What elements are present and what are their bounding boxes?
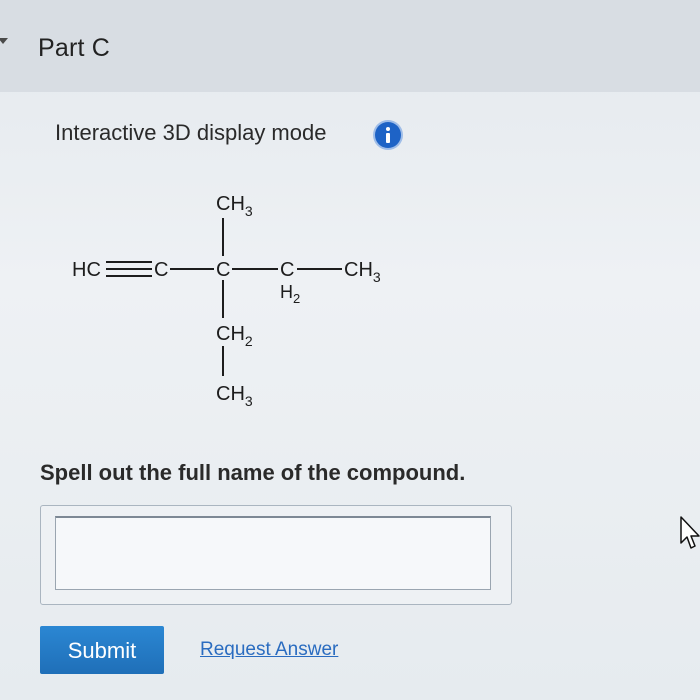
mid-ch2-subscript: 2 bbox=[245, 333, 253, 349]
mid-ch2-text: CH2 bbox=[216, 323, 253, 349]
info-icon-dot bbox=[386, 127, 390, 131]
request-answer-link[interactable]: Request Answer bbox=[200, 639, 338, 661]
c-ch2-label: C bbox=[280, 259, 294, 281]
info-icon[interactable] bbox=[375, 122, 401, 148]
collapse-caret-icon[interactable] bbox=[0, 38, 8, 44]
right-ch3-text: CH3 bbox=[344, 259, 381, 285]
top-ch3-text: CH3 bbox=[216, 193, 253, 219]
part-header[interactable]: Part C bbox=[0, 0, 700, 92]
top-ch3-label: CH bbox=[216, 193, 245, 215]
bottom-ch3-subscript: 3 bbox=[245, 393, 253, 409]
h2-subscript: 2 bbox=[293, 291, 300, 306]
h2-text: H2 bbox=[280, 282, 300, 306]
c1-label: C bbox=[154, 259, 168, 281]
info-icon-bar bbox=[386, 133, 390, 143]
c-center-label: C bbox=[216, 259, 230, 281]
answer-container bbox=[40, 505, 512, 605]
page: Part C Interactive 3D display mode CH3 H… bbox=[0, 0, 700, 700]
right-ch3-subscript: 3 bbox=[373, 269, 381, 285]
bottom-ch3-label: CH bbox=[216, 383, 245, 405]
mouse-pointer-icon bbox=[680, 516, 700, 549]
part-title: Part C bbox=[38, 34, 111, 62]
top-ch3-subscript: 3 bbox=[245, 203, 253, 219]
structure-drawing: CH3 HC C C C H2 CH3 CH2 CH3 bbox=[72, 193, 381, 409]
h2-label: H bbox=[280, 282, 293, 302]
hc-label: HC bbox=[72, 259, 101, 281]
question-prompt: Spell out the full name of the compound. bbox=[40, 460, 466, 485]
right-ch3-label: CH bbox=[344, 259, 373, 281]
bottom-ch3-text: CH3 bbox=[216, 383, 253, 409]
display-mode-label: Interactive 3D display mode bbox=[55, 120, 327, 145]
chemical-structure[interactable]: CH3 HC C C C H2 CH3 CH2 CH3 bbox=[60, 180, 420, 420]
submit-button[interactable]: Submit bbox=[40, 626, 164, 674]
mid-ch2-label: CH bbox=[216, 323, 245, 345]
answer-input[interactable] bbox=[55, 516, 491, 590]
